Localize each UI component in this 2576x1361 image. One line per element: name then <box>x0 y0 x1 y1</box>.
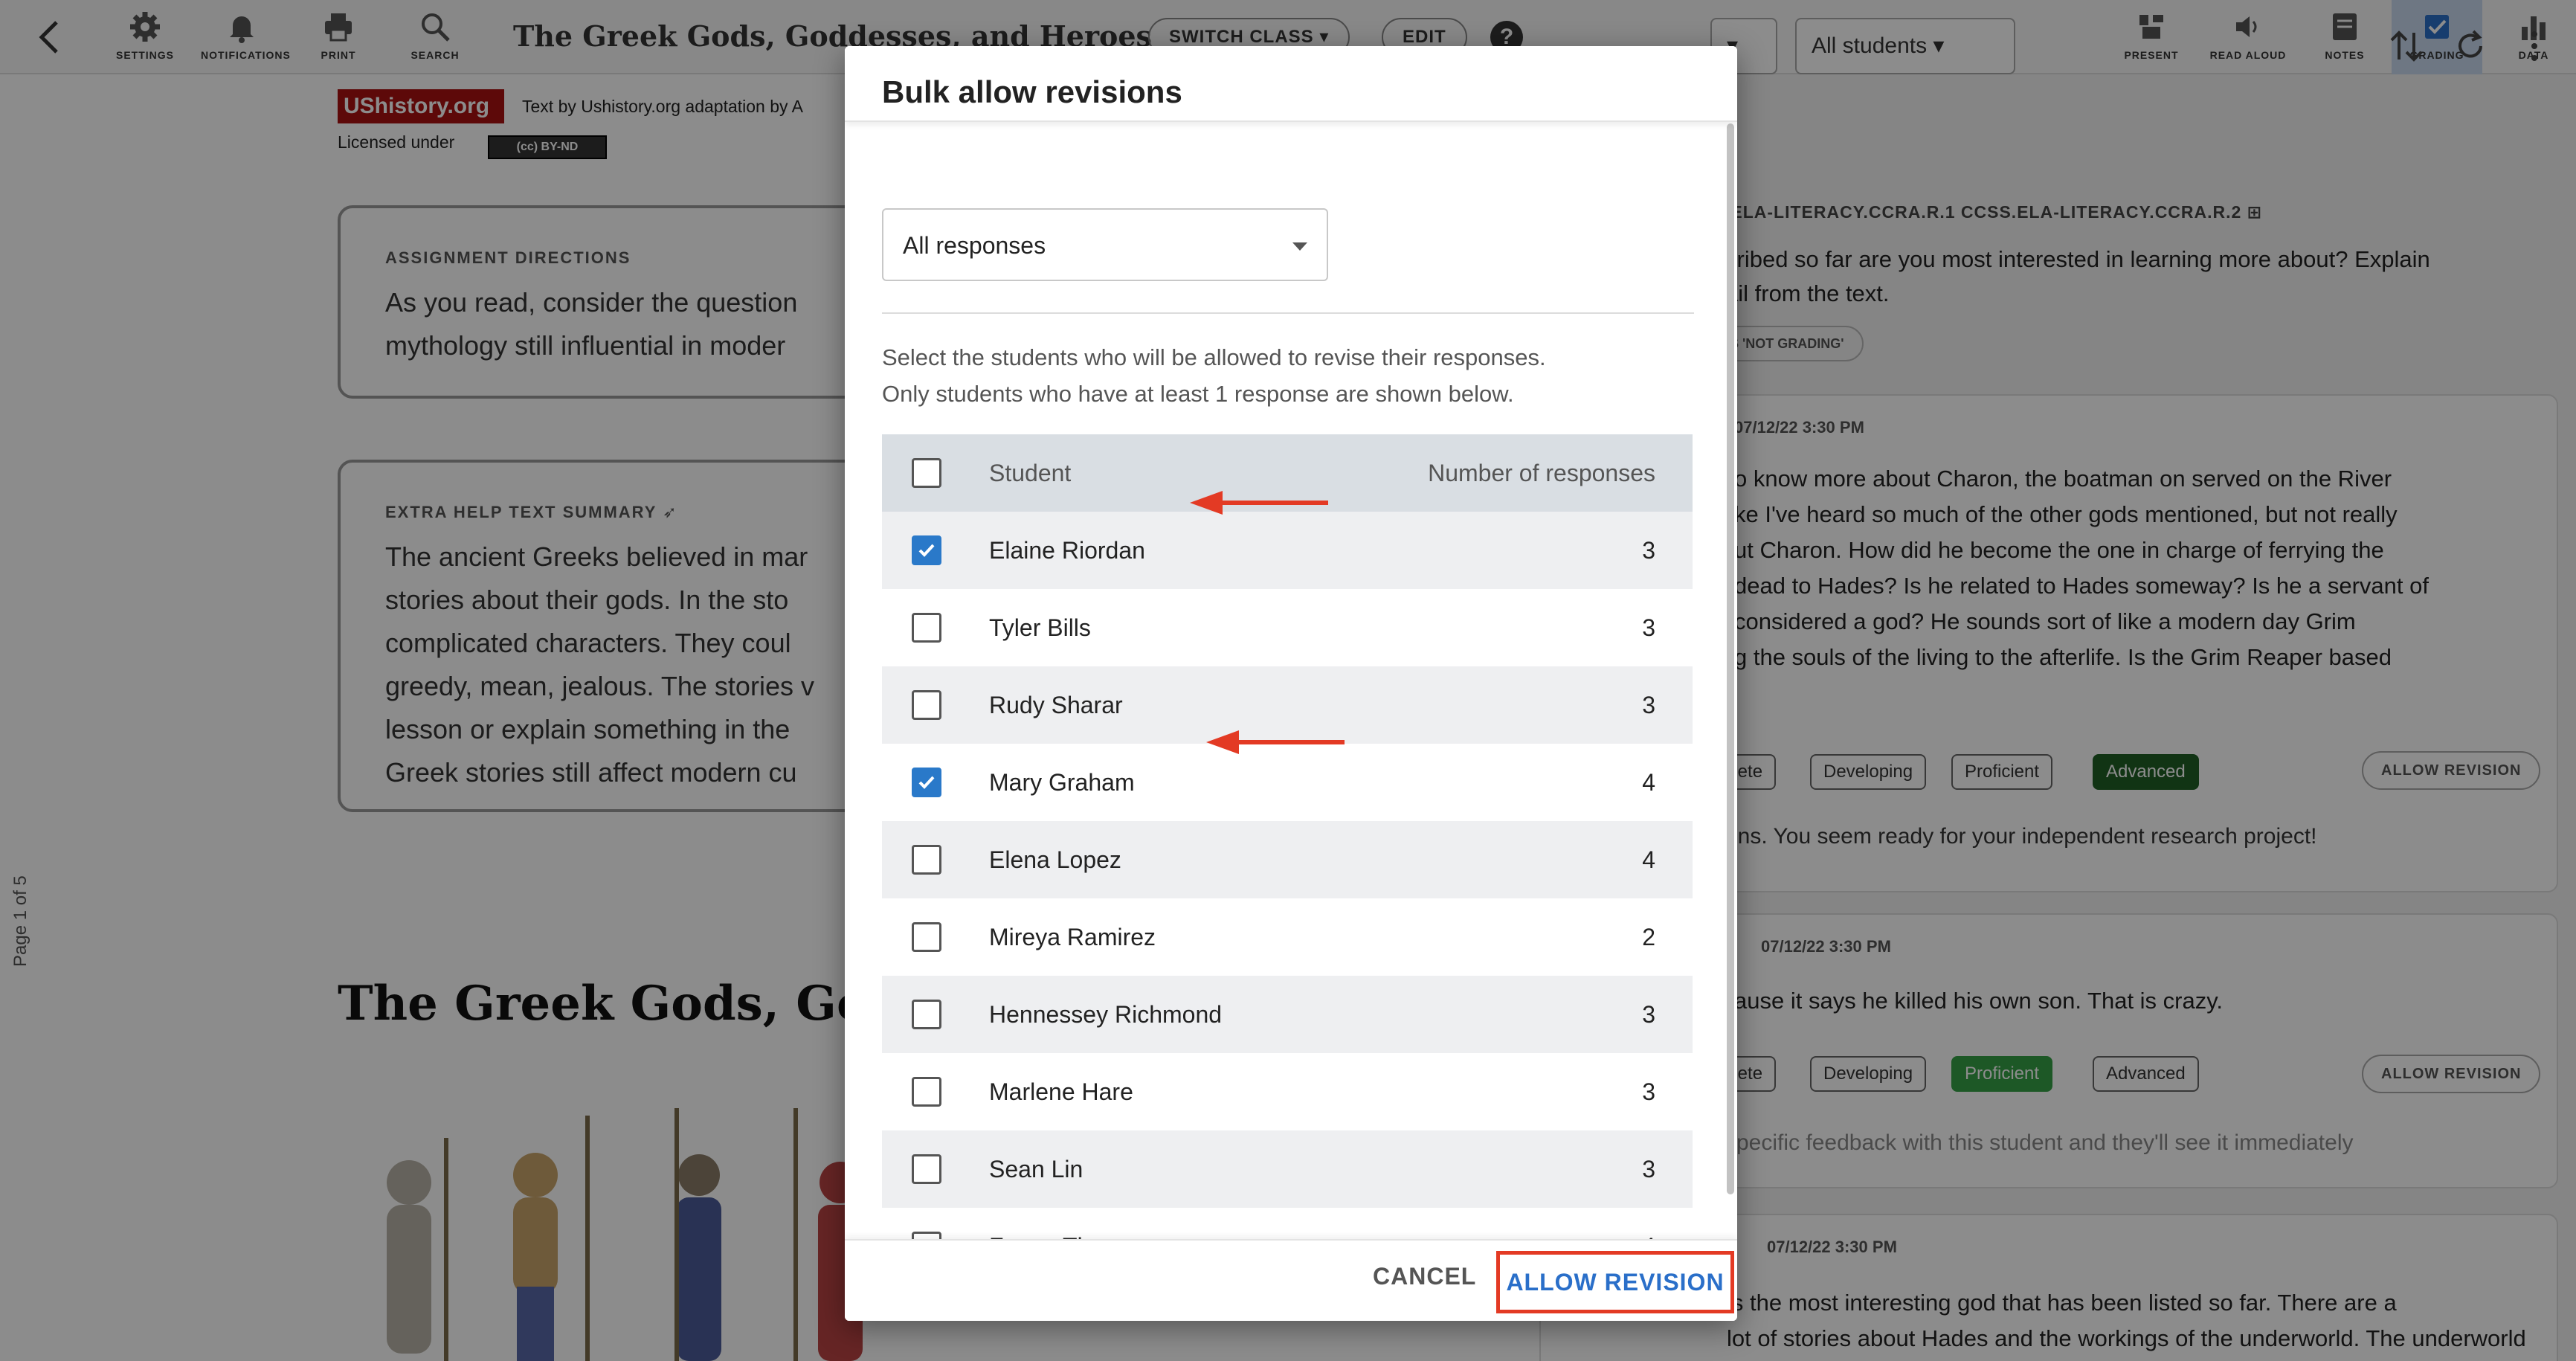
table-row[interactable]: Elena Lopez 4 <box>882 821 1693 898</box>
student-name: Elaine Riordan <box>989 537 1145 564</box>
response-filter-dropdown[interactable]: All responses <box>882 208 1328 281</box>
column-header-responses: Number of responses <box>1428 460 1655 486</box>
student-name: Marlene Hare <box>989 1078 1133 1105</box>
student-checkbox[interactable] <box>912 1000 941 1029</box>
student-checkbox[interactable] <box>912 768 941 797</box>
student-checkbox[interactable] <box>912 922 941 952</box>
student-name: Mireya Ramirez <box>989 924 1156 950</box>
response-count: 3 <box>1642 1078 1655 1105</box>
table-row[interactable]: Mireya Ramirez 2 <box>882 898 1693 976</box>
dialog-header: Bulk allow revisions <box>845 46 1737 122</box>
dialog-instructions: Select the students who will be allowed … <box>882 339 1700 412</box>
dropdown-selected-value: All responses <box>903 232 1046 259</box>
student-checkbox[interactable] <box>912 1154 941 1184</box>
annotation-arrow-icon <box>1206 730 1345 754</box>
response-count: 3 <box>1642 1001 1655 1028</box>
response-count: 4 <box>1642 769 1655 796</box>
student-name: Mary Graham <box>989 769 1135 796</box>
table-row[interactable]: Sean Lin 3 <box>882 1130 1693 1208</box>
dialog-title: Bulk allow revisions <box>882 74 1182 109</box>
table-row[interactable]: Tyler Bills 3 <box>882 589 1693 666</box>
annotation-arrow-icon <box>1190 491 1328 515</box>
column-header-student: Student <box>989 460 1072 486</box>
student-name: Sean Lin <box>989 1156 1083 1183</box>
instruction-line: Only students who have at least 1 respon… <box>882 381 1514 407</box>
students-table: Student Number of responses Elaine Riord… <box>882 434 1693 1285</box>
chevron-down-icon <box>1292 242 1307 251</box>
student-checkbox[interactable] <box>912 613 941 643</box>
response-count: 2 <box>1642 924 1655 950</box>
response-count: 4 <box>1642 846 1655 873</box>
cancel-button[interactable]: CANCEL <box>1373 1263 1476 1290</box>
instruction-line: Select the students who will be allowed … <box>882 344 1546 370</box>
student-checkbox[interactable] <box>912 845 941 875</box>
student-name: Tyler Bills <box>989 614 1091 641</box>
allow-revision-button[interactable]: ALLOW REVISION <box>1496 1251 1734 1313</box>
student-checkbox[interactable] <box>912 1077 941 1107</box>
table-row[interactable]: Hennessey Richmond 3 <box>882 976 1693 1053</box>
table-body: Elaine Riordan 3 Tyler Bills 3 Rudy Sharar 3 M… <box>882 512 1693 1285</box>
bulk-allow-revisions-dialog: Bulk allow revisions All responses Selec… <box>845 46 1737 1321</box>
checkmark-icon <box>918 544 935 557</box>
response-count: 3 <box>1642 614 1655 641</box>
select-all-checkbox[interactable] <box>912 458 941 488</box>
response-count: 3 <box>1642 1156 1655 1183</box>
dialog-footer: CANCEL ALLOW REVISION <box>845 1239 1737 1321</box>
student-name: Elena Lopez <box>989 846 1121 873</box>
dialog-scrollbar[interactable] <box>1727 123 1734 1194</box>
dialog-body: All responses Select the students who wi… <box>845 122 1737 1285</box>
checkmark-icon <box>918 776 935 789</box>
student-checkbox[interactable] <box>912 690 941 720</box>
student-name: Rudy Sharar <box>989 692 1123 718</box>
student-checkbox[interactable] <box>912 535 941 565</box>
table-row[interactable]: Elaine Riordan 3 <box>882 512 1693 589</box>
divider <box>882 312 1694 314</box>
response-count: 3 <box>1642 537 1655 564</box>
response-count: 3 <box>1642 692 1655 718</box>
table-row[interactable]: Marlene Hare 3 <box>882 1053 1693 1130</box>
student-name: Hennessey Richmond <box>989 1001 1223 1028</box>
